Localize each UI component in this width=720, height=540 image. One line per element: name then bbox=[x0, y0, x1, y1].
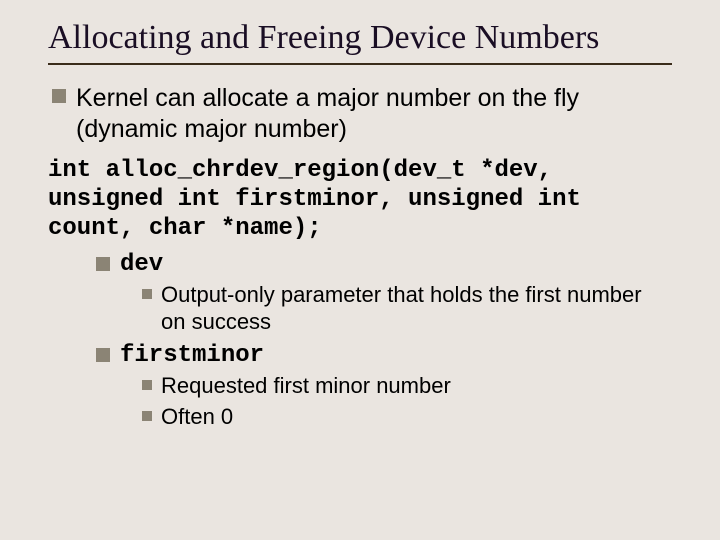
slide-title: Allocating and Freeing Device Numbers bbox=[48, 18, 672, 57]
code-signature: int alloc_chrdev_region(dev_t *dev, unsi… bbox=[48, 156, 672, 244]
param-firstminor-name: firstminor bbox=[120, 342, 264, 369]
param-dev: dev bbox=[96, 251, 672, 278]
param-firstminor-desc-1: Requested first minor number bbox=[142, 373, 672, 400]
slide: Allocating and Freeing Device Numbers Ke… bbox=[0, 0, 720, 431]
param-firstminor-desc-1-text: Requested first minor number bbox=[161, 373, 451, 400]
param-dev-desc: Output-only parameter that holds the fir… bbox=[142, 282, 672, 336]
square-bullet-icon bbox=[142, 411, 152, 421]
square-bullet-icon bbox=[96, 257, 110, 271]
param-dev-name: dev bbox=[120, 251, 163, 278]
param-dev-desc-text: Output-only parameter that holds the fir… bbox=[161, 282, 672, 336]
bullet-main: Kernel can allocate a major number on th… bbox=[52, 83, 672, 146]
param-firstminor-desc-2-text: Often 0 bbox=[161, 404, 233, 431]
param-firstminor-desc-2: Often 0 bbox=[142, 404, 672, 431]
param-firstminor: firstminor bbox=[96, 342, 672, 369]
square-bullet-icon bbox=[52, 89, 66, 103]
square-bullet-icon bbox=[142, 380, 152, 390]
square-bullet-icon bbox=[96, 348, 110, 362]
title-underline bbox=[48, 63, 672, 65]
bullet-main-text: Kernel can allocate a major number on th… bbox=[76, 83, 672, 146]
square-bullet-icon bbox=[142, 289, 152, 299]
